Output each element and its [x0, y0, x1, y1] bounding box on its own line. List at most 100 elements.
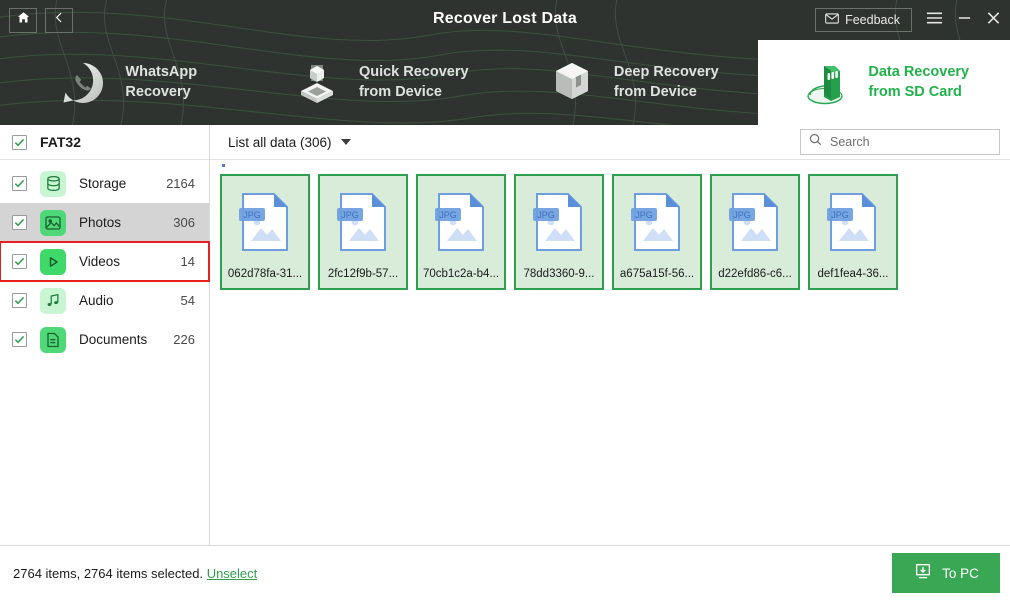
- image-file-icon: JPG: [629, 176, 685, 268]
- image-file-icon: JPG: [237, 176, 293, 268]
- storage-count: 2164: [166, 176, 195, 191]
- search-box[interactable]: [800, 129, 1000, 155]
- main-tab-bar: WhatsApp Recovery Quick Recovery from De…: [0, 40, 1010, 125]
- photos-count: 306: [173, 215, 195, 230]
- sidebar-item-storage[interactable]: Storage 2164: [0, 164, 209, 203]
- menu-button[interactable]: [926, 11, 943, 30]
- svg-text:JPG: JPG: [439, 210, 457, 220]
- drive-checkbox[interactable]: [12, 134, 27, 150]
- tab-quick-recovery-label: Quick Recovery from Device: [358, 63, 469, 100]
- storage-label: Storage: [79, 176, 127, 191]
- list-all-data-label: List all data (306): [228, 134, 332, 150]
- app-header: Recover Lost Data Feedback WhatsApp Reco…: [0, 0, 1010, 125]
- photos-checkbox[interactable]: [12, 215, 27, 230]
- file-item[interactable]: JPG def1fea4-36...: [808, 174, 898, 290]
- tab-sd-card-recovery-label: Data Recovery from SD Card: [868, 63, 970, 100]
- to-pc-label: To PC: [942, 565, 979, 581]
- sidebar-item-videos[interactable]: Videos 14: [0, 241, 210, 282]
- content-toolbar: List all data (306): [210, 125, 1010, 160]
- file-name: 70cb1c2a-b4...: [422, 268, 500, 280]
- minimize-button[interactable]: [957, 11, 972, 30]
- svg-text:JPG: JPG: [635, 210, 653, 220]
- file-name: 062d78fa-31...: [227, 268, 303, 280]
- title-bar: Recover Lost Data Feedback: [0, 0, 1010, 40]
- whatsapp-recovery-icon: [55, 55, 111, 111]
- file-item[interactable]: JPG 062d78fa-31...: [220, 174, 310, 290]
- main-body: FAT32 Storage 2164 Photos 306 Videos 14 …: [0, 125, 1010, 545]
- videos-checkbox[interactable]: [12, 254, 27, 269]
- documents-count: 226: [173, 332, 195, 347]
- close-icon: [986, 11, 1001, 30]
- file-item[interactable]: JPG 78dd3360-9...: [514, 174, 604, 290]
- sidebar-item-photos[interactable]: Photos 306: [0, 203, 209, 242]
- file-item[interactable]: JPG 2fc12f9b-57...: [318, 174, 408, 290]
- file-item[interactable]: JPG d22efd86-c6...: [710, 174, 800, 290]
- status-bar: 2764 items, 2764 items selected. Unselec…: [0, 545, 1010, 600]
- image-file-icon: JPG: [335, 176, 391, 268]
- search-icon: [809, 133, 822, 151]
- minimize-icon: [957, 11, 972, 30]
- tab-quick-recovery-from-device[interactable]: Quick Recovery from Device: [253, 40, 506, 125]
- tab-data-recovery-from-sd-card[interactable]: Data Recovery from SD Card: [757, 40, 1010, 125]
- svg-text:JPG: JPG: [243, 210, 261, 220]
- feedback-label: Feedback: [845, 13, 900, 27]
- file-name: d22efd86-c6...: [718, 268, 792, 280]
- back-button[interactable]: [45, 7, 73, 33]
- back-arrow-icon: [53, 11, 66, 29]
- sd-card-recovery-icon: [798, 55, 854, 111]
- drive-header[interactable]: FAT32: [0, 125, 209, 160]
- videos-play-icon: [40, 248, 66, 275]
- audio-count: 54: [180, 293, 195, 308]
- svg-text:JPG: JPG: [831, 210, 849, 220]
- sidebar: FAT32 Storage 2164 Photos 306 Videos 14 …: [0, 125, 210, 545]
- feedback-button[interactable]: Feedback: [815, 8, 912, 32]
- home-button[interactable]: [9, 7, 37, 33]
- selection-status: 2764 items, 2764 items selected. Unselec…: [13, 566, 257, 581]
- audio-checkbox[interactable]: [12, 293, 27, 308]
- to-pc-button[interactable]: To PC: [892, 553, 1000, 593]
- sidebar-item-audio[interactable]: Audio 54: [0, 281, 209, 320]
- file-name: def1fea4-36...: [817, 268, 889, 280]
- file-grid-area: JPG 062d78fa-31... JPG 2fc12f9b-57... JP…: [210, 160, 1010, 545]
- image-file-icon: JPG: [727, 176, 783, 268]
- window-controls: Feedback: [815, 8, 1001, 32]
- documents-file-icon: [40, 326, 66, 353]
- drive-label: FAT32: [40, 134, 81, 150]
- tab-whatsapp-recovery-label: WhatsApp Recovery: [125, 63, 198, 100]
- documents-checkbox[interactable]: [12, 332, 27, 347]
- quick-recovery-device-icon: [289, 55, 345, 111]
- category-list: Storage 2164 Photos 306 Videos 14 Audio …: [0, 160, 210, 359]
- tab-deep-recovery-from-device[interactable]: Deep Recovery from Device: [505, 40, 758, 125]
- svg-text:JPG: JPG: [341, 210, 359, 220]
- svg-text:JPG: JPG: [733, 210, 751, 220]
- download-to-pc-icon: [913, 562, 933, 585]
- hamburger-menu-icon: [926, 11, 943, 30]
- file-grid: JPG 062d78fa-31... JPG 2fc12f9b-57... JP…: [210, 160, 1010, 290]
- photos-image-icon: [40, 209, 66, 236]
- photos-label: Photos: [79, 215, 122, 230]
- list-all-data-dropdown[interactable]: List all data (306): [228, 135, 351, 150]
- sidebar-item-documents[interactable]: Documents 226: [0, 320, 209, 359]
- content-pane: List all data (306) Search JPG 062d78fa-…: [210, 125, 1010, 545]
- file-item[interactable]: JPG a675a15f-56...: [612, 174, 702, 290]
- image-file-icon: JPG: [825, 176, 881, 268]
- tab-deep-recovery-label: Deep Recovery from Device: [613, 63, 719, 100]
- image-file-icon: JPG: [531, 176, 587, 268]
- unselect-link[interactable]: Unselect: [207, 566, 258, 581]
- storage-database-icon: [40, 170, 66, 197]
- tab-whatsapp-recovery[interactable]: WhatsApp Recovery: [0, 40, 253, 125]
- chevron-down-icon: [340, 139, 351, 145]
- videos-label: Videos: [79, 254, 121, 269]
- image-file-icon: JPG: [433, 176, 489, 268]
- audio-music-note-icon: [40, 287, 66, 314]
- close-button[interactable]: [986, 11, 1001, 30]
- storage-checkbox[interactable]: [12, 176, 27, 191]
- home-icon: [17, 11, 30, 29]
- file-name: a675a15f-56...: [619, 268, 695, 280]
- search-input[interactable]: [830, 135, 991, 149]
- file-item[interactable]: JPG 70cb1c2a-b4...: [416, 174, 506, 290]
- documents-label: Documents: [79, 332, 148, 347]
- envelope-icon: [825, 13, 839, 27]
- selection-status-text: 2764 items, 2764 items selected.: [13, 565, 204, 581]
- audio-label: Audio: [79, 293, 114, 308]
